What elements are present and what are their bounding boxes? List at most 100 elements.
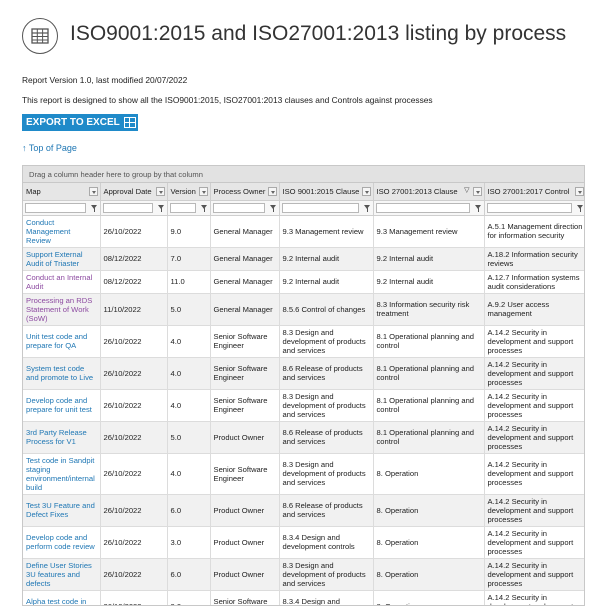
column-header-iso9001-clause[interactable]: ISO 9001:2015 Clause — [279, 183, 374, 201]
filter-icon[interactable] — [576, 204, 584, 212]
iso9001-clause-cell: 8.6 Release of products and services — [279, 421, 374, 454]
filter-input-iso9001[interactable] — [281, 202, 359, 213]
map-link[interactable]: Test code in Sandpit staging environment… — [26, 456, 95, 492]
column-header-process-owner[interactable]: Process Owner — [210, 183, 280, 201]
iso9001-clause-cell: 9.3 Management review — [279, 215, 374, 248]
top-of-page-link[interactable]: ↑ Top of Page — [22, 143, 77, 153]
map-link[interactable]: Unit test code and prepare for QA — [26, 332, 87, 350]
report-version: Report Version 1.0, last modified 20/07/… — [22, 75, 188, 85]
iso27001-control-cell: A.14.2 Security in development and suppo… — [484, 526, 584, 559]
version-cell: 7.0 — [167, 247, 211, 271]
process-owner-cell: General Manager — [210, 247, 280, 271]
table-row[interactable]: 3rd Party Release Process for V1 26/10/20… — [23, 421, 584, 454]
map-link[interactable]: Develop code and perform code review — [26, 533, 95, 551]
iso27001-clause-cell: 9.2 Internal audit — [373, 247, 485, 271]
table-row[interactable]: Define User Stories 3U features and defe… — [23, 558, 584, 591]
table-row[interactable]: Unit test code and prepare for QA 26/10/2… — [23, 325, 584, 358]
filter-input-control[interactable] — [486, 202, 572, 213]
process-owner-cell: Product Owner — [210, 526, 280, 559]
filter-icon[interactable] — [363, 204, 371, 212]
filter-input-map[interactable] — [25, 202, 86, 213]
filter-input-iso27001[interactable] — [375, 202, 470, 213]
iso9001-clause-cell: 8.6 Release of products and services — [279, 494, 374, 527]
approval-date-cell: 08/12/2022 — [100, 270, 168, 294]
filter-input-version[interactable] — [169, 202, 196, 213]
map-cell: Develop code and perform code review — [23, 526, 101, 559]
iso27001-control-cell: A.18.2 Information security reviews — [484, 247, 584, 271]
map-cell: Conduct an Internal Audit — [23, 270, 101, 294]
map-cell: Develop code and prepare for unit test — [23, 389, 101, 422]
process-owner-cell: Senior Software Engineer — [210, 325, 280, 358]
map-link[interactable]: Alpha test code in Sandpit staging and — [26, 597, 93, 605]
iso27001-clause-cell: 8.1 Operational planning and control — [373, 357, 485, 390]
process-owner-cell: Senior Software Engineer — [210, 590, 280, 605]
filter-icon[interactable] — [474, 204, 482, 212]
map-link[interactable]: Conduct an Internal Audit — [26, 273, 92, 291]
column-menu-icon[interactable] — [472, 187, 482, 196]
page-title: ISO9001:2015 and ISO27001:2013 listing b… — [70, 22, 567, 45]
iso9001-clause-cell: 8.3.4 Design and development controls — [279, 590, 374, 605]
column-menu-icon[interactable] — [574, 187, 584, 196]
column-header-map[interactable]: Map — [23, 183, 101, 201]
column-menu-icon[interactable] — [198, 187, 208, 196]
table-row[interactable]: Test 3U Feature and Defect Fixes 26/10/20… — [23, 494, 584, 527]
iso9001-clause-cell: 8.3 Design and development of products a… — [279, 453, 374, 495]
iso27001-clause-cell: 8. Operation — [373, 526, 485, 559]
map-link[interactable]: Define User Stories 3U features and defe… — [26, 561, 92, 588]
map-link[interactable]: Processing an RDS Statement of Work (SoW… — [26, 296, 92, 323]
column-menu-icon[interactable] — [361, 187, 371, 196]
map-cell: Define User Stories 3U features and defe… — [23, 558, 101, 591]
column-menu-icon[interactable] — [155, 187, 165, 196]
approval-date-cell: 26/10/2022 — [100, 215, 168, 248]
table-row[interactable]: Conduct an Internal Audit 08/12/2022 11.0 G… — [23, 270, 584, 294]
approval-date-cell: 26/10/2022 — [100, 389, 168, 422]
table-row[interactable]: System test code and promote to Live 26/1… — [23, 357, 584, 390]
grid-table: Map Approval Date Version Process Owner … — [23, 183, 584, 605]
iso9001-clause-cell: 8.5.6 Control of changes — [279, 293, 374, 326]
process-owner-cell: General Manager — [210, 215, 280, 248]
filter-icon[interactable] — [269, 204, 277, 212]
iso27001-control-cell: A.14.2 Security in development and suppo… — [484, 494, 584, 527]
map-link[interactable]: Conduct Management Review — [26, 218, 70, 245]
iso9001-clause-cell: 8.6 Release of products and services — [279, 357, 374, 390]
table-row[interactable]: Test code in Sandpit staging environment… — [23, 453, 584, 495]
filter-icon[interactable] — [200, 204, 208, 212]
map-link[interactable]: Support External Audit of Triaster — [26, 250, 83, 268]
filter-icon[interactable] — [157, 204, 165, 212]
table-row[interactable]: Alpha test code in Sandpit staging and 26… — [23, 590, 584, 605]
column-header-approval-date[interactable]: Approval Date — [100, 183, 168, 201]
column-header-iso27001-control[interactable]: ISO 27001:2017 Control — [484, 183, 584, 201]
column-menu-icon[interactable] — [267, 187, 277, 196]
table-row[interactable]: Processing an RDS Statement of Work (SoW… — [23, 293, 584, 326]
approval-date-cell: 26/10/2022 — [100, 494, 168, 527]
filter-input-process-owner[interactable] — [212, 202, 265, 213]
excel-icon — [123, 117, 136, 128]
table-row[interactable]: Develop code and prepare for unit test 26… — [23, 389, 584, 422]
approval-date-cell: 26/10/2022 — [100, 526, 168, 559]
column-menu-icon[interactable] — [88, 187, 98, 196]
map-link[interactable]: 3rd Party Release Process for V1 — [26, 428, 87, 446]
table-row[interactable]: Support External Audit of Triaster 08/12/… — [23, 247, 584, 271]
group-by-drop-area[interactable]: Drag a column header here to group by th… — [23, 166, 584, 183]
table-row[interactable]: Conduct Management Review 26/10/2022 9.0 Ge… — [23, 215, 584, 248]
column-header-version[interactable]: Version — [167, 183, 211, 201]
column-header-iso27001-clause[interactable]: ISO 27001:2013 Clause ▽ — [373, 183, 485, 201]
map-link[interactable]: Test 3U Feature and Defect Fixes — [26, 501, 95, 519]
iso27001-control-cell: A.14.2 Security in development and suppo… — [484, 357, 584, 390]
process-owner-cell: General Manager — [210, 270, 280, 294]
iso27001-clause-cell: 8.1 Operational planning and control — [373, 421, 485, 454]
map-link[interactable]: System test code and promote to Live — [26, 364, 93, 382]
page-header: ISO9001:2015 and ISO27001:2013 listing b… — [22, 18, 592, 58]
filter-icon[interactable] — [90, 204, 98, 212]
iso9001-clause-cell: 8.3 Design and development of products a… — [279, 389, 374, 422]
map-link[interactable]: Develop code and prepare for unit test — [26, 396, 92, 414]
export-to-excel-button[interactable]: EXPORT TO EXCEL — [22, 114, 138, 131]
process-owner-cell: Senior Software Engineer — [210, 357, 280, 390]
iso9001-clause-cell: 8.3 Design and development of products a… — [279, 558, 374, 591]
version-cell: 3.0 — [167, 590, 211, 605]
version-cell: 5.0 — [167, 293, 211, 326]
table-row[interactable]: Develop code and perform code review 26/1… — [23, 526, 584, 559]
table-grid-icon — [22, 18, 58, 54]
filter-input-approval-date[interactable] — [102, 202, 153, 213]
version-cell: 9.0 — [167, 215, 211, 248]
